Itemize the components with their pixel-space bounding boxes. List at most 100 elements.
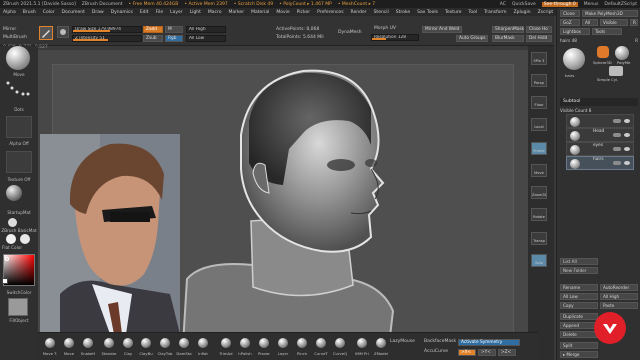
- brush-clay[interactable]: Clay: [118, 338, 138, 356]
- subtool-row[interactable]: [566, 114, 634, 128]
- menu-document[interactable]: Document: [62, 10, 85, 15]
- persp-button[interactable]: Persp: [531, 74, 547, 87]
- auto-groups-button[interactable]: Auto Groups: [456, 35, 488, 42]
- rename-button[interactable]: Rename: [560, 284, 598, 291]
- subtool-row-hairs[interactable]: hairs: [566, 156, 634, 170]
- visible-button[interactable]: Visible: [600, 19, 628, 26]
- subtool-row-eyes[interactable]: eyes: [566, 142, 634, 156]
- menu-file[interactable]: File: [156, 10, 164, 15]
- transp-button[interactable]: Transp: [531, 232, 547, 245]
- tool-thumb-hairs[interactable]: [563, 48, 585, 70]
- menu-stroke[interactable]: Stroke: [396, 10, 410, 15]
- accucurve-button[interactable]: AccuCurve: [424, 349, 448, 354]
- split-button[interactable]: Split: [560, 342, 598, 349]
- stroke-dots-thumb[interactable]: [5, 79, 31, 99]
- menu-zplugin[interactable]: Zplugin: [514, 10, 531, 15]
- menu-light[interactable]: Light: [190, 10, 201, 15]
- fill-object-swatch[interactable]: [8, 298, 28, 316]
- menu-render[interactable]: Render: [351, 10, 367, 15]
- dynamesh-button[interactable]: DynaMesh: [338, 30, 362, 35]
- menu-brush[interactable]: Brush: [23, 10, 36, 15]
- texture-thumb[interactable]: [6, 151, 32, 173]
- menu-texture[interactable]: Texture: [445, 10, 461, 15]
- tool-thumb-simple-cyl[interactable]: [609, 66, 623, 76]
- clone-button[interactable]: Clone: [560, 10, 580, 17]
- ac-button[interactable]: AC: [500, 2, 506, 7]
- color-picker-cursor[interactable]: [5, 257, 9, 261]
- move-view-button[interactable]: Move: [531, 164, 547, 177]
- rotate-button[interactable]: Rotate: [531, 208, 547, 221]
- paste-button[interactable]: Paste: [600, 302, 638, 309]
- all-high-slider[interactable]: All High: [186, 26, 226, 33]
- copy-button[interactable]: Copy: [560, 302, 598, 309]
- make-polymesh-button[interactable]: Make PolyMesh3D: [582, 10, 638, 17]
- eye-icon[interactable]: [624, 133, 630, 137]
- all-button[interactable]: All: [582, 19, 598, 26]
- menu-movie[interactable]: Movie: [276, 10, 289, 15]
- del-hidden-button[interactable]: Del Hidd: [526, 35, 552, 42]
- brush-pinch[interactable]: Pinch: [292, 338, 312, 356]
- subtool-toggle[interactable]: [613, 133, 621, 137]
- menu-tool[interactable]: Tool: [468, 10, 477, 15]
- brush-damstandard[interactable]: DamSta: [174, 338, 194, 356]
- menu-picker[interactable]: Picker: [297, 10, 310, 15]
- all-high-button[interactable]: All High: [600, 293, 638, 300]
- menus-button[interactable]: Menus: [584, 2, 599, 7]
- menu-draw[interactable]: Draw: [92, 10, 104, 15]
- zsub-button[interactable]: Zsub: [143, 35, 163, 42]
- autoreorder-button[interactable]: AutoReorder: [600, 284, 638, 291]
- menu-dynamics[interactable]: Dynamics: [111, 10, 133, 15]
- z-intensity-slider[interactable]: Z Intensity 51: [72, 35, 142, 42]
- tool-thumb-sphere3d[interactable]: [597, 46, 609, 58]
- switch-color-button[interactable]: SwitchColor: [0, 290, 38, 295]
- seethrough-slider[interactable]: See-through 0: [541, 1, 578, 7]
- brush-hpolish[interactable]: hPolish: [235, 338, 255, 356]
- floor-button[interactable]: Floor: [531, 96, 547, 109]
- menu-preferences[interactable]: Preferences: [317, 10, 343, 15]
- script-button[interactable]: DefaultZScript: [604, 2, 637, 7]
- close-holes-button[interactable]: Close Ho: [526, 26, 552, 33]
- duplicate-button[interactable]: Duplicate: [560, 313, 598, 320]
- subtool-row-head[interactable]: Head: [566, 128, 634, 142]
- frame-button[interactable]: Frame: [531, 142, 547, 155]
- menu-layer[interactable]: Layer: [170, 10, 183, 15]
- zoom3d-button[interactable]: Zoom3D: [531, 186, 547, 199]
- alpha-thumb[interactable]: [6, 116, 32, 138]
- subtool-header[interactable]: Subtool: [560, 98, 638, 106]
- eye-icon[interactable]: [624, 119, 630, 123]
- subtool-toggle[interactable]: [613, 161, 621, 165]
- menu-transform[interactable]: Transform: [484, 10, 506, 15]
- brush-curvequad[interactable]: CurveQ: [330, 338, 350, 356]
- flat-color-swatch[interactable]: [6, 234, 16, 244]
- edit-mode-button[interactable]: [39, 26, 53, 40]
- sym-x-button[interactable]: >X<: [458, 349, 476, 356]
- all-low-button[interactable]: All Low: [560, 293, 598, 300]
- zadd-button[interactable]: Zadd: [143, 26, 163, 33]
- sharpen-mask-button[interactable]: SharpenMask: [492, 26, 524, 33]
- eye-icon[interactable]: [624, 147, 630, 151]
- brush-planar[interactable]: Planar: [254, 338, 274, 356]
- tool-thumb-polymesh[interactable]: [615, 46, 629, 60]
- lazymouse-button[interactable]: LazyMouse: [390, 339, 415, 344]
- local-button[interactable]: Local: [531, 118, 547, 131]
- new-folder-button[interactable]: New Folder: [560, 267, 598, 274]
- quicksave-button[interactable]: QuickSave: [512, 2, 536, 7]
- sym-y-button[interactable]: >Y<: [478, 349, 496, 356]
- subtool-toggle[interactable]: [613, 119, 621, 123]
- backface-mask-button[interactable]: BackfaceMask: [424, 339, 456, 344]
- eye-icon[interactable]: [624, 161, 630, 165]
- basic-mat-swatch[interactable]: [8, 218, 17, 227]
- brush-curvetube[interactable]: CurveT: [311, 338, 331, 356]
- current-tool-row[interactable]: hairs 48 R: [560, 37, 638, 44]
- brush-inflate[interactable]: Inflat: [193, 338, 213, 356]
- m-button[interactable]: M: [165, 26, 183, 33]
- menu-sax-tools[interactable]: Sax Tools: [417, 10, 438, 15]
- current-brush-thumb[interactable]: [6, 46, 30, 70]
- menu-macro[interactable]: Macro: [208, 10, 222, 15]
- spix-button[interactable]: SPix 3: [531, 52, 547, 65]
- brush-zmodeler[interactable]: ZModel: [371, 338, 391, 356]
- brush-claytubes[interactable]: ClayTub: [155, 338, 175, 356]
- brush-standard[interactable]: Standar: [99, 338, 119, 356]
- brush-trimadaptive[interactable]: TrimAd: [216, 338, 236, 356]
- main-color-swatch[interactable]: [2, 278, 8, 284]
